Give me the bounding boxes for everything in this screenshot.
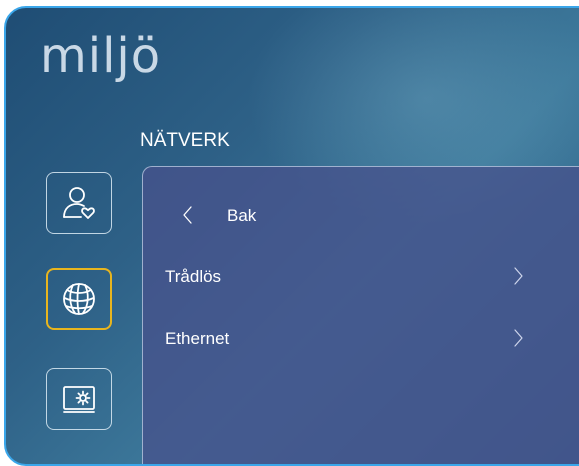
chevron-left-icon <box>183 206 192 224</box>
app-title: miljö <box>40 28 162 84</box>
back-label: Bak <box>227 206 257 225</box>
chevron-right-icon <box>514 267 523 285</box>
back-button[interactable]: Bak <box>143 192 579 240</box>
globe-icon <box>63 283 95 315</box>
chevron-right-icon <box>514 329 523 347</box>
settings-screen: miljö NÄTVERK Bak Trådlös Ethernet <box>4 6 579 466</box>
menu-item-label: Trådlös <box>165 267 222 286</box>
display-settings-icon <box>63 386 95 413</box>
network-menu-panel: Bak Trådlös Ethernet <box>142 166 579 464</box>
menu-item-ethernet[interactable]: Ethernet <box>143 315 579 363</box>
sidebar-item-network[interactable] <box>46 268 112 330</box>
menu-item-label: Ethernet <box>165 329 230 348</box>
section-title: NÄTVERK <box>140 130 230 151</box>
sidebar-item-display-settings[interactable] <box>46 368 112 430</box>
menu-item-wireless[interactable]: Trådlös <box>143 253 579 301</box>
user-heart-icon <box>63 187 95 219</box>
sidebar-item-user[interactable] <box>46 172 112 234</box>
